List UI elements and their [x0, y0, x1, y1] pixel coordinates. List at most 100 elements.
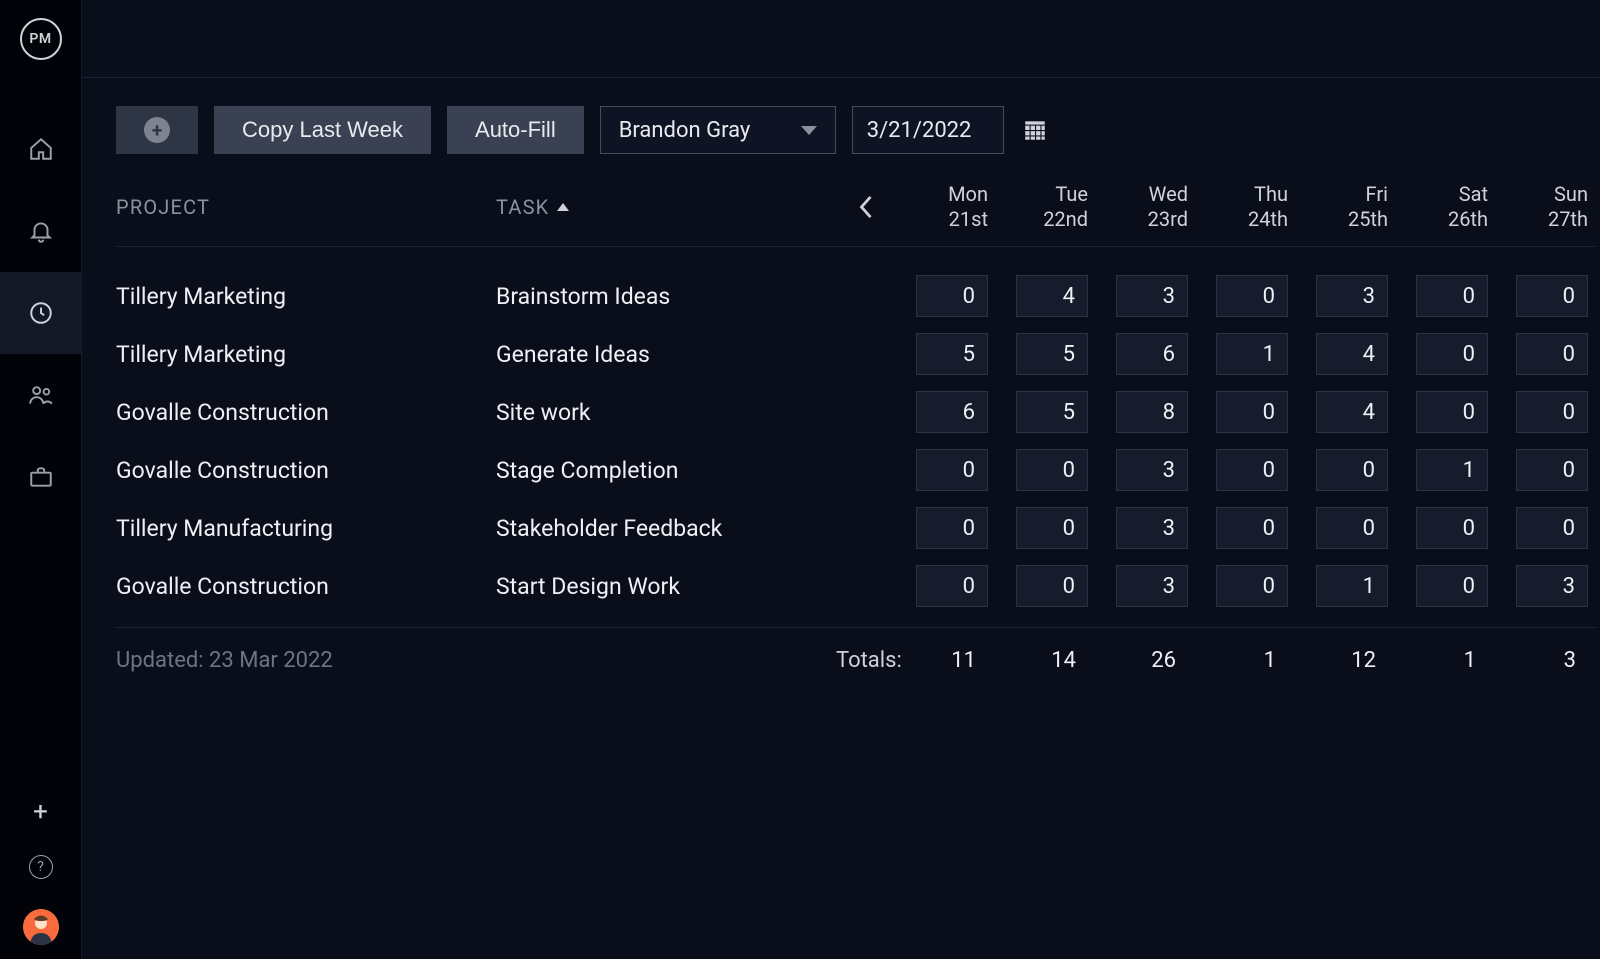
task-cell: Stage Completion — [496, 457, 836, 484]
hours-input[interactable]: 0 — [1016, 449, 1088, 491]
hours-input[interactable]: 0 — [1516, 507, 1588, 549]
hours-cell-wrap: 0 — [1196, 507, 1296, 549]
nav-projects[interactable] — [0, 436, 82, 518]
hours-input[interactable]: 0 — [916, 449, 988, 491]
hours-input[interactable]: 0 — [1516, 391, 1588, 433]
column-header-task-label: TASK — [496, 195, 549, 219]
column-header-task[interactable]: TASK — [496, 195, 836, 219]
hours-input[interactable]: 3 — [1316, 275, 1388, 317]
hours-input[interactable]: 0 — [1416, 275, 1488, 317]
hours-input[interactable]: 0 — [1216, 565, 1288, 607]
week-date-input[interactable]: 3/21/2022 — [852, 106, 1004, 154]
calendar-icon — [1022, 117, 1048, 143]
hours-input[interactable]: 3 — [1116, 507, 1188, 549]
hours-input[interactable]: 0 — [1016, 565, 1088, 607]
hours-cell-wrap: 0 — [996, 449, 1096, 491]
nav-home[interactable] — [0, 108, 82, 190]
sidebar-add-button[interactable]: + — [33, 799, 48, 825]
auto-fill-button[interactable]: Auto-Fill — [447, 106, 584, 154]
hours-input[interactable]: 3 — [1116, 449, 1188, 491]
app-logo[interactable]: PM — [20, 18, 62, 60]
hours-input[interactable]: 0 — [1516, 333, 1588, 375]
nav-notifications[interactable] — [0, 190, 82, 272]
copy-last-week-button[interactable]: Copy Last Week — [214, 106, 431, 154]
hours-input[interactable]: 3 — [1516, 565, 1588, 607]
day-of-month: 23rd — [1096, 207, 1188, 232]
hours-cell-wrap: 5 — [996, 391, 1096, 433]
user-select[interactable]: Brandon Gray — [600, 106, 836, 154]
column-header-project[interactable]: PROJECT — [116, 195, 496, 219]
app-root: PM — [0, 0, 1600, 959]
nav-timesheets[interactable] — [0, 272, 82, 354]
hours-input[interactable]: 0 — [1416, 391, 1488, 433]
day-header: Thu24th — [1196, 182, 1296, 232]
hours-input[interactable]: 0 — [1516, 275, 1588, 317]
briefcase-icon — [28, 464, 54, 490]
nav-team[interactable] — [0, 354, 82, 436]
user-avatar[interactable] — [23, 909, 59, 945]
task-cell: Generate Ideas — [496, 341, 836, 368]
hours-cell-wrap: 6 — [896, 391, 996, 433]
hours-cell-wrap: 0 — [1496, 333, 1596, 375]
hours-input[interactable]: 0 — [1216, 449, 1288, 491]
hours-input[interactable]: 0 — [1416, 565, 1488, 607]
hours-input[interactable]: 5 — [1016, 391, 1088, 433]
content: + Copy Last Week Auto-Fill Brandon Gray … — [82, 78, 1600, 673]
totals-label: Totals: — [836, 648, 896, 673]
hours-input[interactable]: 1 — [1216, 333, 1288, 375]
hours-input[interactable]: 0 — [1216, 275, 1288, 317]
timesheet-row: Govalle ConstructionSite work6580400 — [116, 383, 1596, 441]
hours-input[interactable]: 1 — [1416, 449, 1488, 491]
hours-cell-wrap: 0 — [996, 507, 1096, 549]
hours-input[interactable]: 0 — [1516, 449, 1588, 491]
day-header: Sun27th — [1496, 182, 1596, 232]
chevron-down-icon — [801, 126, 817, 135]
total-cell: 1 — [1396, 648, 1496, 673]
hours-cell-wrap: 4 — [996, 275, 1096, 317]
add-entry-button[interactable]: + — [116, 106, 198, 154]
hours-input[interactable]: 4 — [1016, 275, 1088, 317]
week-date-value: 3/21/2022 — [867, 118, 972, 143]
avatar-icon — [23, 909, 59, 945]
hours-input[interactable]: 0 — [1316, 449, 1388, 491]
calendar-button[interactable] — [1020, 115, 1050, 145]
hours-input[interactable]: 6 — [1116, 333, 1188, 375]
hours-cell-wrap: 0 — [1196, 449, 1296, 491]
hours-input[interactable]: 3 — [1116, 275, 1188, 317]
hours-input[interactable]: 0 — [1216, 507, 1288, 549]
hours-input[interactable]: 4 — [1316, 391, 1388, 433]
previous-week-button[interactable] — [836, 193, 896, 221]
hours-input[interactable]: 0 — [916, 565, 988, 607]
task-cell: Brainstorm Ideas — [496, 283, 836, 310]
day-of-week: Thu — [1196, 182, 1288, 207]
toolbar: + Copy Last Week Auto-Fill Brandon Gray … — [116, 106, 1596, 154]
hours-input[interactable]: 8 — [1116, 391, 1188, 433]
hours-input[interactable]: 1 — [1316, 565, 1388, 607]
hours-input[interactable]: 3 — [1116, 565, 1188, 607]
hours-input[interactable]: 6 — [916, 391, 988, 433]
hours-input[interactable]: 4 — [1316, 333, 1388, 375]
hours-cell-wrap: 0 — [1196, 565, 1296, 607]
plus-icon: + — [33, 797, 48, 827]
day-of-month: 25th — [1296, 207, 1388, 232]
hours-input[interactable]: 5 — [1016, 333, 1088, 375]
hours-input[interactable]: 0 — [1016, 507, 1088, 549]
hours-input[interactable]: 0 — [916, 275, 988, 317]
hours-input[interactable]: 0 — [1416, 507, 1488, 549]
hours-input[interactable]: 5 — [916, 333, 988, 375]
hours-cell-wrap: 1 — [1396, 449, 1496, 491]
hours-cell-wrap: 0 — [896, 507, 996, 549]
hours-cell-wrap: 0 — [1496, 391, 1596, 433]
day-of-week: Wed — [1096, 182, 1188, 207]
hours-input[interactable]: 0 — [1416, 333, 1488, 375]
hours-input[interactable]: 0 — [1316, 507, 1388, 549]
timesheet-row: Tillery ManufacturingStakeholder Feedbac… — [116, 499, 1596, 557]
timesheet-row: Tillery MarketingGenerate Ideas5561400 — [116, 325, 1596, 383]
hours-cell-wrap: 3 — [1096, 507, 1196, 549]
sidebar-help-button[interactable]: ? — [29, 855, 53, 879]
total-cell: 12 — [1296, 648, 1396, 673]
day-of-week: Mon — [896, 182, 988, 207]
grid-body: Tillery MarketingBrainstorm Ideas0430300… — [116, 247, 1596, 628]
hours-input[interactable]: 0 — [916, 507, 988, 549]
hours-input[interactable]: 0 — [1216, 391, 1288, 433]
